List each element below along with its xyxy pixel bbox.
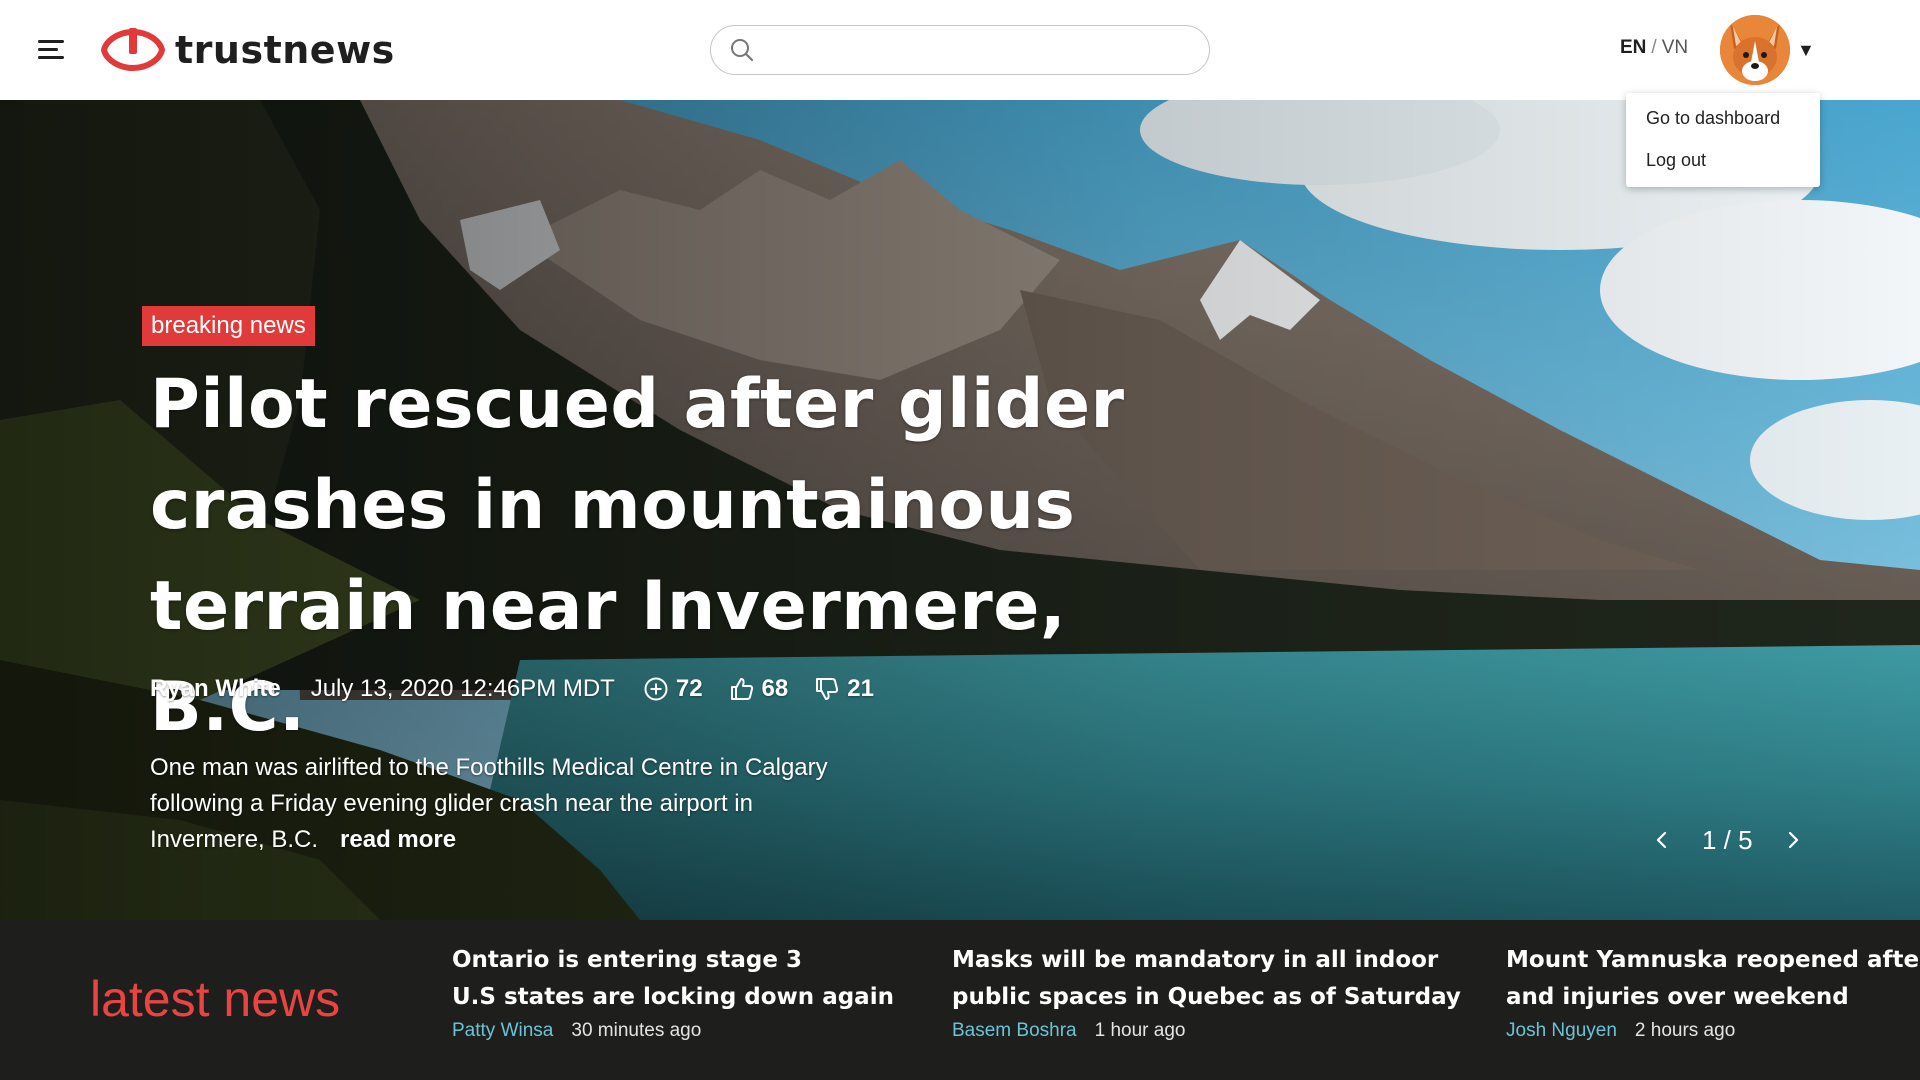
news-headline-line: Mount Yamnuska reopened after deaths	[1506, 947, 1920, 973]
latest-news-section: latest news Ontario is entering stage 3 …	[0, 920, 1920, 1080]
news-item[interactable]: Ontario is entering stage 3 U.S states a…	[452, 942, 952, 1042]
search-bar[interactable]	[710, 25, 1210, 75]
chevron-left-icon[interactable]	[1648, 826, 1676, 854]
menu-item-logout[interactable]: Log out	[1626, 147, 1820, 189]
article-summary: One man was airlifted to the Foothills M…	[150, 750, 840, 858]
hero-slider: breaking news Pilot rescued after glider…	[0, 100, 1920, 920]
news-headline-line: Masks will be mandatory in all indoor	[952, 947, 1439, 973]
avatar[interactable]	[1720, 15, 1790, 85]
author-link[interactable]: Ryan White	[150, 675, 281, 703]
news-headline-line: public spaces in Quebec as of Saturday	[952, 984, 1461, 1010]
corgi-avatar-image	[1720, 15, 1790, 85]
menu-icon[interactable]	[38, 40, 66, 60]
news-item[interactable]: Masks will be mandatory in all indoor pu…	[952, 942, 1461, 1042]
news-headline-line: Ontario is entering stage 3	[452, 947, 802, 973]
language-separator: /	[1651, 37, 1657, 58]
news-time: 30 minutes ago	[571, 1020, 702, 1041]
user-dropdown-menu: Go to dashboard Log out	[1626, 93, 1820, 187]
news-byline: Josh Nguyen 2 hours ago	[1506, 1020, 1920, 1042]
news-headline-line: and injuries over weekend	[1506, 984, 1849, 1010]
language-switcher: EN / VN	[1620, 37, 1688, 59]
headline-line: terrain near Invermere, B.C.	[150, 567, 1067, 747]
news-author-link[interactable]: Josh Nguyen	[1506, 1020, 1617, 1041]
logo-text: trustnews	[175, 28, 395, 72]
news-time: 1 hour ago	[1094, 1020, 1186, 1041]
breaking-news-badge[interactable]: breaking news	[142, 306, 315, 346]
menu-item-dashboard[interactable]: Go to dashboard	[1626, 105, 1820, 147]
slide-counter: 1 / 5	[1702, 824, 1753, 855]
dislike-button[interactable]: 21	[814, 675, 874, 703]
news-byline: Basem Boshra 1 hour ago	[952, 1020, 1452, 1042]
add-count: 72	[675, 675, 703, 702]
news-byline: Patty Winsa 30 minutes ago	[452, 1020, 952, 1042]
dislike-count: 21	[847, 675, 874, 702]
news-headline-line: U.S states are locking down again	[452, 984, 894, 1010]
summary-text: One man was airlifted to the Foothills M…	[150, 754, 828, 853]
news-item[interactable]: Mount Yamnuska reopened after deaths and…	[1506, 942, 1920, 1042]
news-author-link[interactable]: Patty Winsa	[452, 1020, 553, 1041]
slide-pager: 1 / 5	[1648, 820, 1807, 860]
news-time: 2 hours ago	[1634, 1020, 1736, 1041]
like-button[interactable]: 68	[729, 675, 789, 703]
search-input[interactable]	[767, 39, 1187, 61]
thumbs-up-icon	[730, 678, 753, 700]
read-more-link[interactable]: read more	[340, 826, 456, 853]
logo[interactable]: trustnews	[100, 26, 395, 74]
headline-line: Pilot rescued after glider	[150, 365, 1125, 444]
language-vn[interactable]: VN	[1662, 37, 1688, 58]
caret-down-icon[interactable]: ▼	[1797, 40, 1815, 61]
article-meta: Ryan White July 13, 2020 12:46PM MDT 72 …	[150, 674, 874, 704]
search-icon	[731, 39, 754, 62]
language-en[interactable]: EN	[1620, 37, 1646, 58]
logo-icon	[100, 28, 166, 72]
publish-date: July 13, 2020 12:46PM MDT	[310, 675, 615, 702]
add-button[interactable]: 72	[643, 675, 703, 703]
news-author-link[interactable]: Basem Boshra	[952, 1020, 1077, 1041]
plus-circle-icon	[644, 677, 668, 701]
like-count: 68	[761, 675, 789, 702]
top-bar: trustnews EN / VN ▼	[0, 0, 1920, 100]
thumbs-down-icon	[816, 678, 839, 700]
latest-news-title: latest news	[90, 971, 341, 1027]
chevron-right-icon[interactable]	[1779, 826, 1807, 854]
headline-line: crashes in mountainous	[150, 466, 1076, 545]
